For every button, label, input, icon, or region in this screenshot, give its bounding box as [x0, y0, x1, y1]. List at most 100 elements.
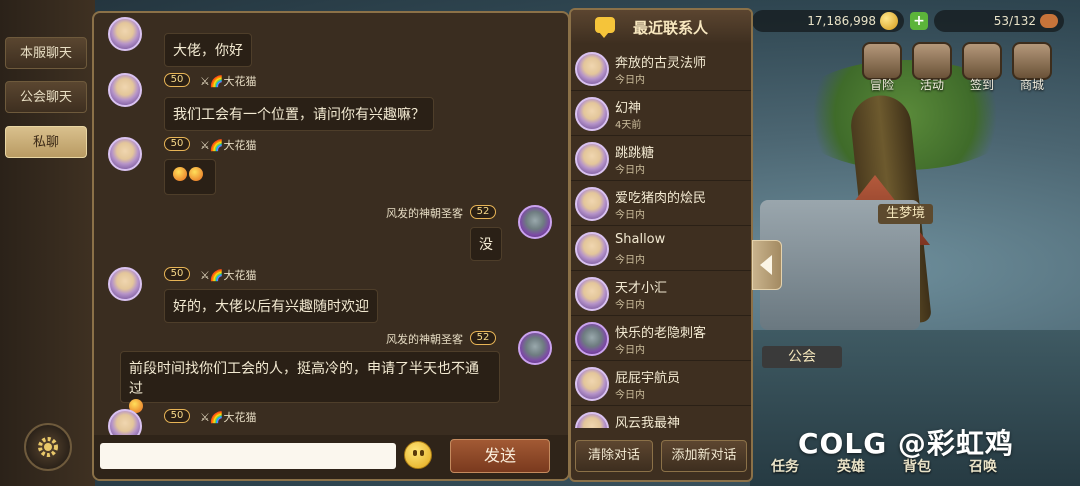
contact-list[interactable]: 奔放的古灵法师 今日内 幻神 4天前 跳跳糖 今日内 爱吃猪肉的烩民 今日内 S… [571, 46, 751, 428]
contact-name: 风云我最神 [615, 416, 681, 428]
send-button[interactable]: 发送 [450, 439, 550, 473]
contacts-title: 最近联系人 [633, 18, 709, 37]
angry-emoji-icon [173, 167, 187, 181]
contact-time: 今日内 [615, 210, 645, 221]
level-badge: 50 [164, 73, 190, 87]
avatar [575, 52, 609, 86]
gear-icon [38, 437, 58, 457]
message-bubble: 前段时间找你们工会的人，挺高冷的，申请了半天也不通过 [120, 351, 500, 413]
gold-box: 17,186,998 [752, 10, 904, 32]
tab-private-chat[interactable]: 私聊 [5, 126, 87, 158]
message-bubble: 我们工会有一个位置，请问你有兴趣嘛？ [164, 97, 434, 131]
contact-time: 4天前 [615, 120, 642, 131]
contact-time: 今日内 [615, 300, 645, 311]
message-list[interactable]: 大佬，你好 50 ⚔🌈大花猫 我们工会有一个位置，请问你有兴趣嘛？ 50 ⚔🌈大… [94, 13, 568, 435]
contact-name: 跳跳糖 [615, 146, 655, 161]
avatar [575, 97, 609, 131]
level-badge: 50 [164, 409, 190, 423]
contact-time: 今日内 [615, 390, 645, 401]
contact-name: 爱吃猪肉的烩民 [615, 191, 707, 206]
contact-time: 今日内 [615, 345, 645, 356]
avatar[interactable] [108, 409, 142, 435]
contacts-header: 最近联系人 [571, 10, 751, 44]
guild-banner[interactable]: 公会 [762, 346, 842, 368]
emoji-message [164, 159, 216, 195]
contact-name: 屁屁宇航员 [615, 371, 681, 386]
contact-time: 今日内 [615, 75, 645, 86]
avatar [575, 187, 609, 221]
event-icon [912, 42, 952, 80]
contact-item[interactable]: 跳跳糖 今日内 [571, 136, 751, 181]
contact-item[interactable]: 屁屁宇航员 今日内 [571, 361, 751, 406]
avatar [575, 277, 609, 311]
adventure-button[interactable]: 冒险 [862, 42, 902, 93]
coin-icon [880, 12, 898, 30]
game-menu-icons: 冒险 活动 签到 商城 [862, 42, 1052, 93]
level-badge: 52 [470, 205, 496, 219]
shop-button[interactable]: 商城 [1012, 42, 1052, 93]
message-bubble: 没 [470, 227, 502, 261]
chat-channel-tabs: 本服聊天 公会聊天 私聊 [0, 0, 95, 486]
sender-name: ⚔🌈大花猫 [200, 75, 257, 88]
message-bubble: 好的，大佬以后有兴趣随时欢迎 [164, 289, 378, 323]
contact-item[interactable]: Shallow 今日内 [571, 226, 751, 271]
contact-item[interactable]: 天才小汇 今日内 [571, 271, 751, 316]
avatar [575, 412, 609, 428]
contact-name: Shallow [615, 232, 666, 247]
gold-amount: 17,186,998 [807, 14, 876, 28]
avatar[interactable] [108, 137, 142, 171]
watermark: COLG @彩虹鸡 [798, 427, 1014, 460]
tab-guild-chat[interactable]: 公会聊天 [5, 81, 87, 113]
collapse-panel-button[interactable] [752, 240, 782, 290]
contact-name: 幻神 [615, 101, 642, 116]
recent-contacts-panel: 最近联系人 奔放的古灵法师 今日内 幻神 4天前 跳跳糖 今日内 爱吃猪肉的烩民… [569, 8, 753, 482]
avatar[interactable] [518, 205, 552, 239]
avatar [575, 142, 609, 176]
sender-name: 风发的神朝圣客 [386, 333, 463, 346]
tab-server-chat[interactable]: 本服聊天 [5, 37, 87, 69]
contact-item[interactable]: 幻神 4天前 [571, 91, 751, 136]
contact-name: 快乐的老隐刺客 [615, 326, 707, 341]
level-badge: 52 [470, 331, 496, 345]
contact-item[interactable]: 快乐的老隐刺客 今日内 [571, 316, 751, 361]
contact-name: 天才小汇 [615, 281, 668, 296]
angry-emoji-icon [189, 167, 203, 181]
stamina-amount: 53/132 [993, 14, 1036, 28]
contact-item[interactable]: 风云我最神 [571, 406, 751, 428]
sender-name: ⚔🌈大花猫 [200, 411, 257, 424]
adventure-icon [862, 42, 902, 80]
meat-icon [1040, 14, 1058, 28]
shop-icon [1012, 42, 1052, 80]
input-bar: 发送 [94, 435, 568, 479]
sender-name: 风发的神朝圣客 [386, 207, 463, 220]
avatar [575, 367, 609, 401]
avatar[interactable] [518, 331, 552, 365]
resource-bar: 17,186,998 + 53/132 [752, 8, 1080, 34]
avatar [575, 322, 609, 356]
sender-name: ⚔🌈大花猫 [200, 139, 257, 152]
event-button[interactable]: 活动 [912, 42, 952, 93]
level-badge: 50 [164, 137, 190, 151]
contact-actions: 清除对话 添加新对话 [571, 436, 751, 480]
level-badge: 50 [164, 267, 190, 281]
avatar[interactable] [108, 267, 142, 301]
contact-item[interactable]: 爱吃猪肉的烩民 今日内 [571, 181, 751, 226]
add-stamina-button[interactable]: + [910, 12, 928, 30]
contact-item[interactable]: 奔放的古灵法师 今日内 [571, 46, 751, 91]
settings-button[interactable] [24, 423, 72, 471]
chat-panel: 大佬，你好 50 ⚔🌈大花猫 我们工会有一个位置，请问你有兴趣嘛？ 50 ⚔🌈大… [92, 11, 570, 481]
checkin-button[interactable]: 签到 [962, 42, 1002, 93]
dream-banner[interactable]: 生梦境 [878, 204, 934, 224]
avatar [575, 232, 609, 266]
emoji-picker-button[interactable] [404, 441, 432, 469]
contact-name: 奔放的古灵法师 [615, 56, 707, 71]
avatar[interactable] [108, 73, 142, 107]
sender-name: ⚔🌈大花猫 [200, 269, 257, 282]
message-input[interactable] [100, 443, 396, 469]
contact-time: 今日内 [615, 165, 645, 176]
message-bubble: 大佬，你好 [164, 33, 252, 67]
clear-conversations-button[interactable]: 清除对话 [575, 440, 653, 472]
stamina-box: 53/132 [934, 10, 1064, 32]
add-conversation-button[interactable]: 添加新对话 [661, 440, 747, 472]
avatar[interactable] [108, 17, 142, 51]
